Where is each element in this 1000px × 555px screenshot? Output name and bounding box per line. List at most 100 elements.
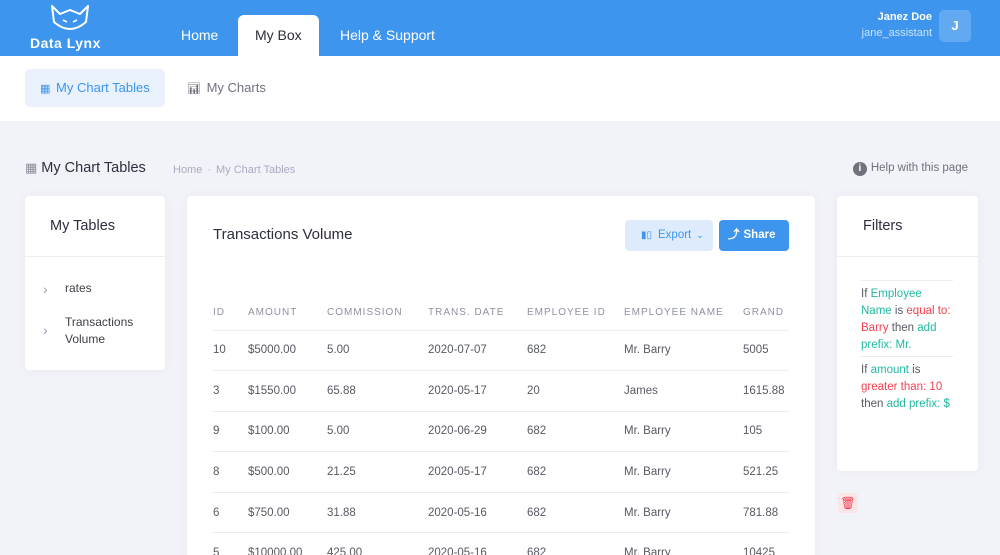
subtab-label: My Charts [206, 80, 266, 95]
page-title: ▦ My Chart Tables [25, 160, 146, 176]
table-cell: 682 [527, 451, 624, 493]
table-header-row: ID AMOUNT COMMISSION TRANS. DATE EMPLOYE… [213, 296, 789, 331]
breadcrumb-current[interactable]: My Chart Tables [216, 164, 295, 176]
table-cell: 5.00 [327, 330, 428, 372]
subtab-label: My Chart Tables [56, 80, 150, 95]
table-cell: 105 [743, 411, 789, 453]
table-cell: 5 [213, 532, 248, 555]
my-tables-panel: My Tables › rates › Transactions Volume [25, 196, 165, 370]
panel-title: Filters [837, 196, 978, 257]
table-view-panel: Transactions Volume ▮▯ Export ⌄ ⤴ Share ID … [187, 196, 815, 555]
table-cell: 1615.88 [743, 370, 789, 412]
nav-tab-my-box[interactable]: My Box [238, 15, 319, 56]
table-cell: 2020-05-17 [428, 451, 527, 493]
divider [861, 356, 953, 357]
table-cell: 5005 [743, 330, 789, 372]
share-icon: ⤴ [728, 229, 740, 241]
table-cell: $100.00 [248, 411, 327, 453]
sub-navbar: ▦ My Chart Tables 📊︎ My Charts [0, 56, 1000, 121]
table-icon: ▦ [25, 160, 38, 175]
brand-name: Data Lynx [30, 35, 101, 51]
table-cell: 425.00 [327, 532, 428, 555]
table-cell: 6 [213, 492, 248, 534]
table-cell: 682 [527, 411, 624, 453]
data-table: ID AMOUNT COMMISSION TRANS. DATE EMPLOYE… [213, 296, 789, 555]
chevron-right-icon: › [43, 322, 48, 338]
table-cell: 682 [527, 492, 624, 534]
export-icon: ▮▯ [641, 230, 653, 241]
table-cell: 781.88 [743, 492, 789, 534]
table-cell: $1550.00 [248, 370, 327, 412]
column-header[interactable]: TRANS. DATE [428, 296, 527, 331]
breadcrumb-home[interactable]: Home [173, 164, 202, 176]
table-row[interactable]: 10 $5000.00 5.00 2020-07-07 682 Mr. Barry 5005 [213, 330, 789, 372]
table-cell: Mr. Barry [624, 411, 743, 453]
lynx-logo-icon [51, 5, 89, 30]
export-button[interactable]: ▮▯ Export ⌄ [625, 220, 713, 251]
subtab-my-charts[interactable]: 📊︎ My Charts [172, 69, 281, 107]
table-cell: 65.88 [327, 370, 428, 412]
table-title: Transactions Volume [213, 226, 353, 243]
column-header[interactable]: EMPLOYEE ID [527, 296, 624, 331]
share-button[interactable]: ⤴ Share [719, 220, 789, 251]
table-cell: $10000.00 [248, 532, 327, 555]
table-row[interactable]: 8 $500.00 21.25 2020-05-17 682 Mr. Barry 521.2… [213, 451, 789, 493]
table-cell: 21.25 [327, 451, 428, 493]
column-header[interactable]: GRAND [743, 296, 789, 331]
table-cell: 682 [527, 330, 624, 372]
table-cell: Mr. Barry [624, 492, 743, 534]
table-row[interactable]: 5 $10000.00 425.00 2020-05-16 682 Mr. Barry 10… [213, 532, 789, 555]
info-icon: i [852, 162, 867, 176]
table-cell: 682 [527, 532, 624, 555]
subtab-my-chart-tables[interactable]: ▦ My Chart Tables [25, 69, 165, 107]
filters-panel: Filters If Employee Name is equal to: Ba… [837, 196, 978, 471]
table-cell: $500.00 [248, 451, 327, 493]
divider [861, 280, 953, 281]
user-avatar[interactable]: J [939, 10, 971, 42]
table-cell: 31.88 [327, 492, 428, 534]
top-navbar: Data Lynx Home My Box Help & Support Jan… [0, 0, 1000, 56]
breadcrumb: Home · My Chart Tables [173, 164, 295, 176]
table-cell: James [624, 370, 743, 412]
table-cell: 10 [213, 330, 248, 372]
breadcrumb-separator: · [207, 164, 212, 176]
user-name: Janez Doe [877, 11, 932, 23]
help-link[interactable]: i Help with this page [852, 162, 968, 176]
table-cell: $5000.00 [248, 330, 327, 372]
table-cell: 3 [213, 370, 248, 412]
column-header[interactable]: AMOUNT [248, 296, 327, 331]
table-cell: $750.00 [248, 492, 327, 534]
table-cell: 2020-05-16 [428, 492, 527, 534]
chevron-right-icon: › [43, 281, 48, 297]
table-row[interactable]: 3 $1550.00 65.88 2020-05-17 20 James 1615.88 [213, 370, 789, 412]
filter-rule[interactable]: If amount is greater than: 10 then add p… [861, 362, 953, 413]
brand-logo[interactable]: Data Lynx [30, 4, 110, 52]
table-cell: 521.25 [743, 451, 789, 493]
user-handle: jane_assistant [861, 27, 932, 39]
table-row[interactable]: 9 $100.00 5.00 2020-06-29 682 Mr. Barry 105 [213, 411, 789, 453]
table-cell: 5.00 [327, 411, 428, 453]
table-cell: Mr. Barry [624, 330, 743, 372]
nav-tab-home[interactable]: Home [164, 15, 235, 56]
column-header[interactable]: ID [213, 296, 248, 331]
table-icon: ▦ [40, 83, 51, 95]
trash-icon[interactable]: 🗑︎ [838, 493, 858, 513]
table-cell: 2020-05-16 [428, 532, 527, 555]
table-cell: 20 [527, 370, 624, 412]
table-cell: Mr. Barry [624, 451, 743, 493]
chart-icon: 📊︎ [187, 83, 201, 95]
table-cell: 2020-05-17 [428, 370, 527, 412]
table-cell: 9 [213, 411, 248, 453]
table-cell: 2020-07-07 [428, 330, 527, 372]
table-cell: 2020-06-29 [428, 411, 527, 453]
nav-tab-help-support[interactable]: Help & Support [323, 15, 452, 56]
table-cell: 10425 [743, 532, 789, 555]
column-header[interactable]: EMPLOYEE NAME [624, 296, 743, 331]
chevron-down-icon: ⌄ [696, 230, 704, 240]
table-cell: 8 [213, 451, 248, 493]
column-header[interactable]: COMMISSION [327, 296, 428, 331]
filter-rule[interactable]: If Employee Name is equal to: Barry then… [861, 286, 953, 354]
table-row[interactable]: 6 $750.00 31.88 2020-05-16 682 Mr. Barry 781.8… [213, 492, 789, 534]
panel-title: My Tables [25, 196, 165, 257]
table-cell: Mr. Barry [624, 532, 743, 555]
